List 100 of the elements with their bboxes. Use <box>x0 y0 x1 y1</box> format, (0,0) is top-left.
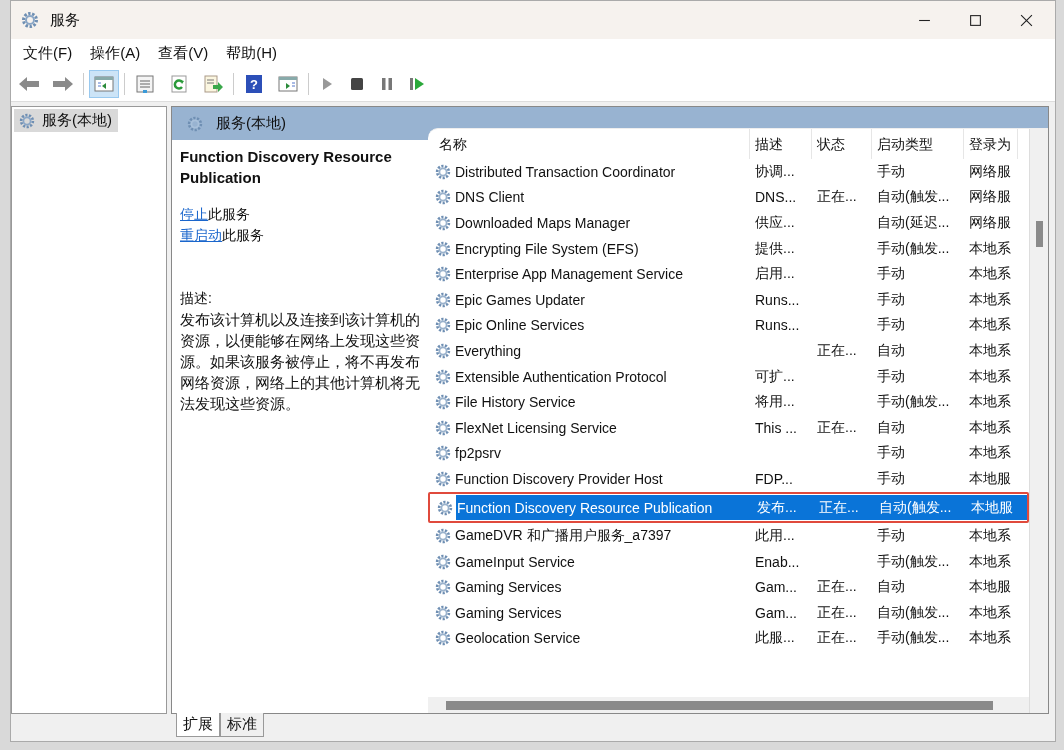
close-icon[interactable] <box>1020 13 1033 27</box>
table-cell: 手动(触发... <box>877 393 950 410</box>
table-cell: 手动 <box>877 265 905 282</box>
table-cell: 网络服 <box>969 188 1011 205</box>
panel-title: 服务(本地) <box>216 114 286 133</box>
table-cell: 本地系 <box>969 527 1011 544</box>
table-cell: 可扩... <box>755 367 795 384</box>
column-header[interactable]: 描述 <box>750 129 812 159</box>
table-row[interactable]: FlexNet Licensing Service This ... 正在... 自动 本地系 <box>428 414 1029 441</box>
table-cell: Function Discovery Resource Publication <box>457 499 713 516</box>
column-header[interactable]: 登录为 <box>964 129 1018 159</box>
table-row[interactable]: Gaming Services Gam... 正在... 自动 本地服 <box>428 574 1029 601</box>
table-cell: Epic Games Updater <box>455 291 585 308</box>
gear-icon <box>434 265 452 284</box>
table-cell: 发布... <box>757 498 797 515</box>
table-row[interactable]: Encrypting File System (EFS) 提供... 手动(触发... 本地系 <box>428 235 1029 262</box>
table-row[interactable]: Downloaded Maps Manager 供应... 自动(延迟... 网络服 <box>428 210 1029 236</box>
table-row[interactable]: Epic Online Services Runs... 手动 本地系 <box>428 312 1029 339</box>
service-title: Function Discovery Resource Publication <box>180 147 393 188</box>
table-cell: GameDVR 和广播用户服务_a7397 <box>455 527 672 546</box>
scrollbar-thumb[interactable] <box>1036 221 1043 247</box>
table-cell: 自动 <box>877 341 905 358</box>
gear-icon <box>434 418 452 437</box>
table-cell: Enterprise App Management Service <box>455 266 683 283</box>
console-tree-icon[interactable] <box>90 71 118 97</box>
table-cell: 手动(触发... <box>877 552 950 569</box>
gear-icon <box>434 214 452 232</box>
table-cell: Runs... <box>755 291 800 308</box>
menu-item[interactable]: 操作(A) <box>84 41 147 65</box>
column-header[interactable]: 启动类型 <box>872 129 964 159</box>
table-cell: Extensible Authentication Protocol <box>455 368 667 385</box>
view-tab[interactable]: 扩展 <box>176 713 220 737</box>
column-header[interactable]: 名称 <box>434 129 750 159</box>
gear-icon <box>436 498 454 517</box>
table-cell: 自动 <box>877 418 905 435</box>
table-row[interactable]: Extensible Authentication Protocol 可扩... 手动 本地系 <box>428 363 1029 390</box>
table-row[interactable]: Distributed Transaction Coordinator 协调... 手动 网络服 <box>428 159 1029 185</box>
table-row[interactable]: GameInput Service Enab... 手动(触发... 本地系 <box>428 548 1029 575</box>
table-cell: Distributed Transaction Coordinator <box>455 163 676 180</box>
table-cell: FlexNet Licensing Service <box>455 419 617 436</box>
table-cell: 此服... <box>755 629 795 646</box>
table-cell: 本地系 <box>969 552 1011 569</box>
table-cell: 网络服 <box>969 162 1011 179</box>
table-row[interactable]: GameDVR 和广播用户服务_a7397 此用... 手动 本地系 <box>428 523 1029 549</box>
table-cell: Enab... <box>755 553 800 570</box>
table-row[interactable]: DNS Client DNS... 正在... 自动(触发... 网络服 <box>428 184 1029 211</box>
gear-icon <box>434 367 452 386</box>
table-cell: DNS... <box>755 189 797 206</box>
table-cell: This ... <box>755 419 797 436</box>
table-cell: File History Service <box>455 394 576 411</box>
maximize-icon[interactable] <box>969 13 982 27</box>
table-cell: 正在... <box>817 603 857 620</box>
table-row[interactable]: Everything 正在... 自动 本地系 <box>428 338 1029 364</box>
table-cell: 正在... <box>817 418 857 435</box>
table-cell: 本地系 <box>969 418 1011 435</box>
table-cell: 本地系 <box>969 290 1011 307</box>
horizontal-scrollbar[interactable] <box>428 697 1029 713</box>
gear-icon <box>434 527 452 546</box>
table-row[interactable]: fp2psrv 手动 本地系 <box>428 440 1029 467</box>
table-row[interactable]: Epic Games Updater Runs... 手动 本地系 <box>428 286 1029 313</box>
table-cell: 本地系 <box>969 393 1011 410</box>
menu-item[interactable]: 查看(V) <box>152 41 215 65</box>
menu-item[interactable]: 文件(F) <box>17 41 79 65</box>
table-row[interactable]: Gaming Services Gam... 正在... 自动(触发... 本地系 <box>428 600 1029 626</box>
gear-icon <box>434 341 452 360</box>
table-cell: 正在... <box>819 498 859 515</box>
table-row[interactable]: Function Discovery Provider Host FDP... 手动 本地服 <box>428 466 1029 492</box>
table-cell: 本地系 <box>969 265 1011 282</box>
vertical-scrollbar[interactable] <box>1029 129 1048 713</box>
menu-item[interactable]: 帮助(H) <box>220 41 283 65</box>
table-cell: Gaming Services <box>455 604 562 621</box>
action-link[interactable]: 重启动 <box>180 227 222 243</box>
table-cell: Geolocation Service <box>455 630 581 647</box>
action-sentence: 停止此服务 <box>180 205 251 224</box>
table-cell: 自动(触发... <box>877 188 950 205</box>
table-cell: 本地系 <box>969 316 1011 333</box>
table-cell: 本地服 <box>969 469 1011 486</box>
table-row[interactable]: Enterprise App Management Service 启用... 手动 本地系 <box>428 261 1029 287</box>
action-link[interactable]: 停止 <box>180 206 208 222</box>
gear-icon <box>434 393 452 412</box>
table-cell: Runs... <box>755 317 800 334</box>
description-text: 发布该计算机以及连接到该计算机的资源，以便能够在网络上发现这些资源。如果该服务被停止，将不再发布网络资源，网络上的其他计算机将无法发现这些资源。 <box>180 310 420 414</box>
table-cell: 正在... <box>817 578 857 595</box>
view-tab[interactable]: 标准 <box>220 713 264 737</box>
gear-icon <box>434 629 452 648</box>
table-cell: 本地系 <box>969 367 1011 384</box>
gear-icon <box>434 239 452 258</box>
gear-icon <box>434 290 452 309</box>
table-cell: Downloaded Maps Manager <box>455 215 631 231</box>
tree-item[interactable]: 服务(本地) <box>14 109 118 132</box>
scrollbar-thumb[interactable] <box>446 701 993 710</box>
table-row[interactable]: Geolocation Service 此服... 正在... 手动(触发... 本地系 <box>428 625 1029 652</box>
gear-icon <box>20 10 40 30</box>
table-cell: 本地系 <box>969 444 1011 461</box>
table-cell: 本地系 <box>969 629 1011 646</box>
table-cell: 自动 <box>877 578 905 595</box>
column-header[interactable]: 状态 <box>812 129 872 159</box>
table-cell: 手动 <box>877 469 905 486</box>
table-row[interactable]: File History Service 将用... 手动(触发... 本地系 <box>428 389 1029 415</box>
gear-icon <box>434 444 452 463</box>
